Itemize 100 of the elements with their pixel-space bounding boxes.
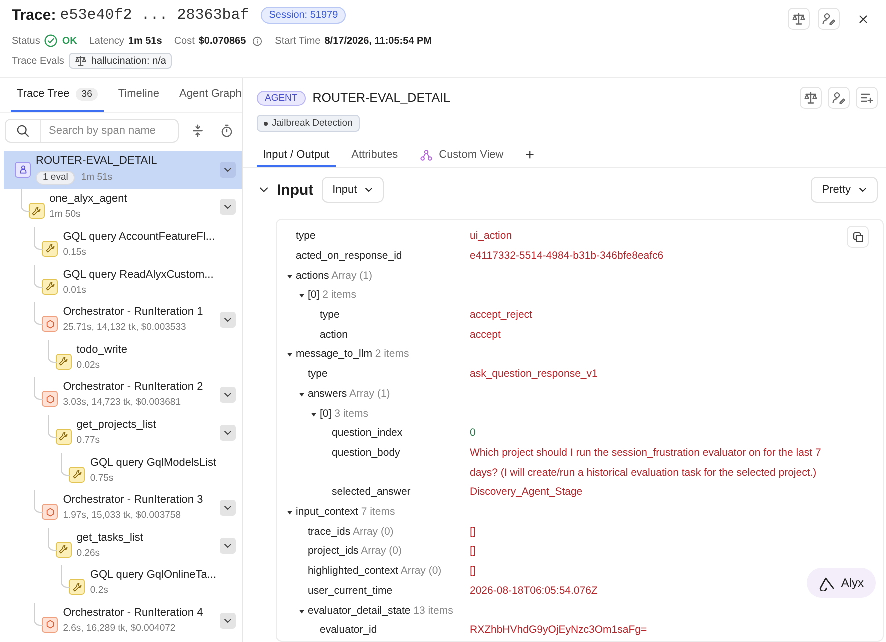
span-meta: 2.6s, 16,289 tk, $0.004072 <box>63 622 176 635</box>
caret-icon[interactable] <box>311 412 317 418</box>
panel-tab[interactable]: Agent Graph <box>174 78 242 112</box>
stat-label: Cost <box>174 36 195 46</box>
detail-tab[interactable]: Custom View <box>414 145 510 168</box>
json-meta: 3 items <box>334 408 368 420</box>
span-meta: 3.03s, 14,723 tk, $0.003681 <box>63 397 181 410</box>
json-key: question_body <box>332 446 400 459</box>
expand-toggle[interactable] <box>220 162 236 178</box>
expand-toggle[interactable] <box>220 199 236 216</box>
span-row[interactable]: GQL query AccountFeatureFl... 0.15s <box>4 226 242 264</box>
wrench-icon <box>72 469 83 480</box>
json-key: type <box>308 368 328 380</box>
span-row[interactable]: get_tasks_list 0.26s <box>4 526 242 565</box>
trace-title: Trace: <box>12 6 56 24</box>
json-value: ui_action <box>470 230 512 242</box>
timer-icon <box>220 124 234 138</box>
panel-tab[interactable]: Trace Tree 36 <box>11 78 104 112</box>
stat-value: 8/17/2026, 11:05:54 PM <box>324 36 432 46</box>
wrench-icon <box>44 243 56 254</box>
span-row[interactable]: ROUTER-EVAL_DETAIL 1 eval 1m 51s <box>4 151 242 189</box>
span-meta: 0.2s <box>90 585 108 598</box>
collapse-icon <box>191 124 206 138</box>
session-badge[interactable]: Session: 51979 <box>261 6 346 24</box>
expand-toggle[interactable] <box>220 612 236 629</box>
evaluate-button[interactable] <box>800 87 822 109</box>
span-row[interactable]: GQL query GqlModelsList 0.75s <box>4 452 242 490</box>
list-add-icon <box>860 91 874 105</box>
span-meta: 1m 50s <box>50 209 81 222</box>
span-name: todo_write <box>76 344 129 357</box>
detail-tab[interactable]: Attributes <box>346 145 404 168</box>
search-field[interactable]: Search by span name <box>5 119 179 143</box>
detail-tab[interactable]: Input / Output <box>257 145 336 168</box>
span-row[interactable]: todo_write 0.02s <box>4 338 242 377</box>
json-meta: 7 items <box>361 506 396 518</box>
annotate-button[interactable] <box>828 87 850 109</box>
hexagon-icon <box>44 394 56 405</box>
expand-toggle[interactable] <box>220 312 236 328</box>
evals-label: Trace Evals <box>12 56 64 66</box>
span-title: ROUTER-EVAL_DETAIL <box>312 91 452 105</box>
span-name: GQL query GqlModelsList <box>90 456 218 470</box>
span-row[interactable]: Orchestrator - RunIteration 3 1.97s, 15,033 tk, $0.003758 <box>4 489 242 527</box>
span-row[interactable]: GQL query GqlOnlineTa... 0.2s <box>4 564 242 602</box>
trace-id: e53e40f2 ... 28363baf <box>60 6 250 24</box>
add-to-list-button[interactable] <box>856 87 878 109</box>
caret-icon[interactable] <box>299 608 305 615</box>
stat-value: $0.070865 <box>198 36 246 46</box>
annotate-button[interactable] <box>818 8 840 30</box>
panel-tab[interactable]: Timeline <box>112 78 166 112</box>
source-select[interactable]: Input <box>322 177 384 204</box>
person-icon <box>18 164 28 176</box>
evaluate-button[interactable] <box>788 8 810 30</box>
hexagon-icon <box>44 619 56 630</box>
add-tab-button[interactable]: + <box>520 145 540 168</box>
span-row[interactable]: get_projects_list 0.77s <box>4 414 242 452</box>
span-row[interactable]: one_alyx_agent 1m 50s <box>4 188 242 226</box>
expand-toggle[interactable] <box>220 500 236 516</box>
json-key: [0] <box>320 408 332 420</box>
eval-badge[interactable]: hallucination: n/a <box>69 53 172 69</box>
check-circle-icon <box>44 34 58 48</box>
wrench-icon <box>58 544 70 556</box>
json-meta: Array (1) <box>332 270 372 282</box>
json-value: e4117332-5514-4984-b31b-346bfe8eafc6 <box>470 250 664 262</box>
json-value: accept <box>470 328 501 341</box>
info-icon <box>252 36 264 46</box>
scale-icon <box>75 55 88 67</box>
span-meta: 0.02s <box>76 360 100 372</box>
expand-toggle[interactable] <box>220 387 236 404</box>
count-badge: 36 <box>76 88 98 100</box>
span-row[interactable]: GQL query ReadAlyxCustom... 0.01s <box>4 264 242 302</box>
json-value: RXZhbHVhdG9yOjEyNzc3Om1saFg= <box>470 624 648 636</box>
json-key: input_context <box>296 506 358 518</box>
json-meta: Array (0) <box>400 565 442 578</box>
stat-label: Latency <box>89 36 124 46</box>
span-name: Orchestrator - RunIteration 1 <box>63 306 204 320</box>
caret-icon[interactable] <box>299 392 305 398</box>
json-meta: 2 items <box>322 289 356 302</box>
span-row[interactable]: Orchestrator - RunIteration 4 2.6s, 16,289 tk, $0.004072 <box>4 602 242 640</box>
json-key: action <box>320 328 348 341</box>
span-name: get_projects_list <box>76 418 158 432</box>
json-key: question_index <box>332 427 403 440</box>
span-row[interactable]: Orchestrator - RunIteration 2 3.03s, 14,723 tk, $0.003681 <box>4 376 242 414</box>
wrench-icon <box>58 356 70 368</box>
span-meta: 0.75s <box>90 472 114 485</box>
json-key: type <box>296 230 316 242</box>
caret-icon[interactable] <box>287 274 293 280</box>
caret-icon[interactable] <box>299 293 305 300</box>
caret-icon[interactable] <box>287 352 293 358</box>
expand-toggle[interactable] <box>220 538 236 554</box>
json-key: highlighted_context <box>308 565 398 578</box>
expand-toggle[interactable] <box>220 424 236 441</box>
format-select[interactable]: Pretty <box>811 177 878 204</box>
json-meta: Array (1) <box>349 388 390 400</box>
scale-icon <box>804 91 818 105</box>
json-key: user_current_time <box>308 584 393 597</box>
assistant-button[interactable]: Alyx <box>807 568 876 598</box>
caret-icon[interactable] <box>287 510 293 516</box>
span-row[interactable]: Orchestrator - RunIteration 1 25.71s, 14,132 tk, $0.003533 <box>4 301 242 339</box>
json-value: 2026-08-18T06:05:54.076Z <box>470 584 598 597</box>
copy-button[interactable] <box>847 226 869 248</box>
